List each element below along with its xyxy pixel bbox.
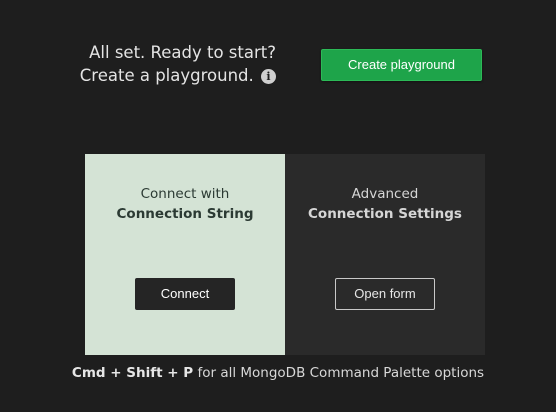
connection-settings-heading: Advanced Connection Settings — [285, 184, 485, 224]
connection-string-line-1: Connect with — [140, 186, 230, 202]
create-playground-button[interactable]: Create playground — [321, 49, 482, 81]
connection-string-heading: Connect with Connection String — [85, 184, 285, 224]
info-icon[interactable]: i — [261, 69, 276, 84]
overview-page: All set. Ready to start? Create a playgr… — [0, 0, 556, 412]
connection-settings-line-2: Connection Settings — [308, 206, 462, 222]
connection-string-panel: Connect with Connection String Connect — [85, 154, 285, 355]
ready-message: All set. Ready to start? Create a playgr… — [60, 41, 276, 87]
ready-line-2: Create a playground. i — [60, 64, 276, 87]
ready-line-1: All set. Ready to start? — [89, 43, 276, 62]
open-form-button[interactable]: Open form — [335, 278, 435, 310]
command-palette-hint: Cmd + Shift + P for all MongoDB Command … — [0, 364, 556, 382]
shortcut-keys: Cmd + Shift + P — [71, 365, 194, 381]
connection-settings-panel: Advanced Connection Settings Open form — [285, 154, 485, 355]
connection-settings-line-1: Advanced — [351, 186, 419, 202]
connection-string-line-2: Connection String — [116, 206, 254, 222]
ready-line-2-text: Create a playground. — [79, 66, 254, 85]
hint-text: for all MongoDB Command Palette options — [197, 365, 485, 381]
connect-button[interactable]: Connect — [135, 278, 235, 310]
